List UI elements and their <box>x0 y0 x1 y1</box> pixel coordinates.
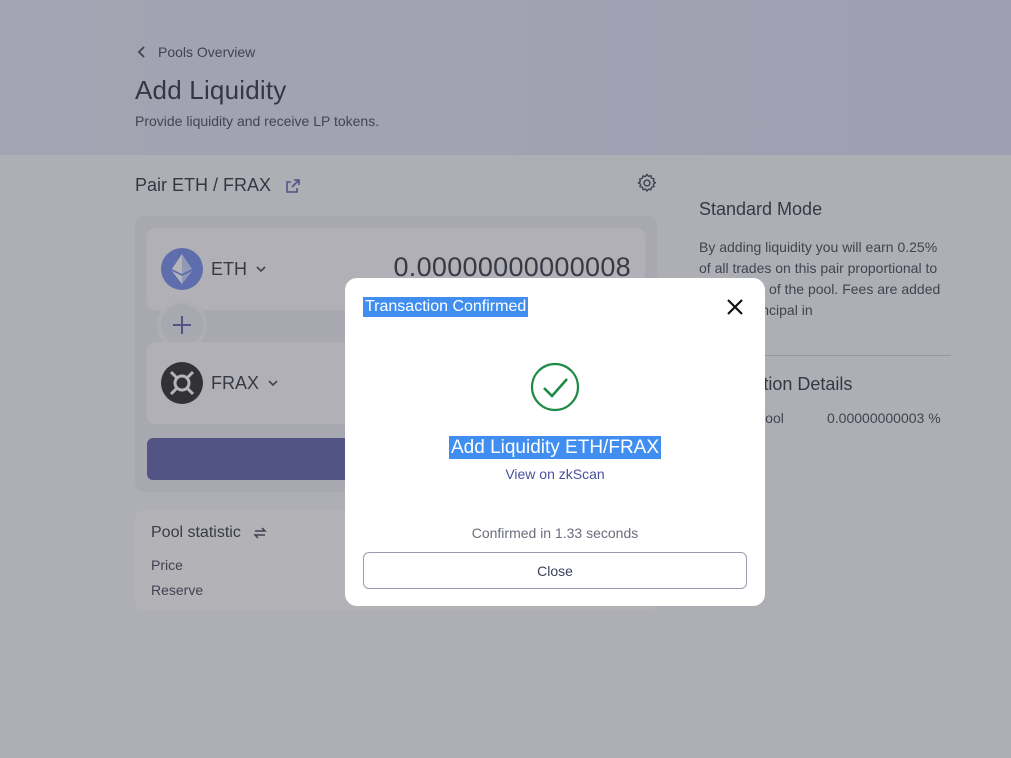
view-on-zkscan-link[interactable]: View on zkScan <box>345 466 765 482</box>
modal-heading-text: Add Liquidity ETH/FRAX <box>448 436 662 459</box>
modal-title: Transaction Confirmed <box>363 297 529 317</box>
modal-heading: Add Liquidity ETH/FRAX <box>345 436 765 459</box>
success-check-icon <box>530 362 580 412</box>
confirmation-time: Confirmed in 1.33 seconds <box>471 525 639 541</box>
transaction-confirmed-modal: Transaction Confirmed Add Liquidity ETH/… <box>345 278 765 606</box>
close-icon[interactable] <box>725 297 745 317</box>
close-button[interactable]: Close <box>363 552 747 589</box>
